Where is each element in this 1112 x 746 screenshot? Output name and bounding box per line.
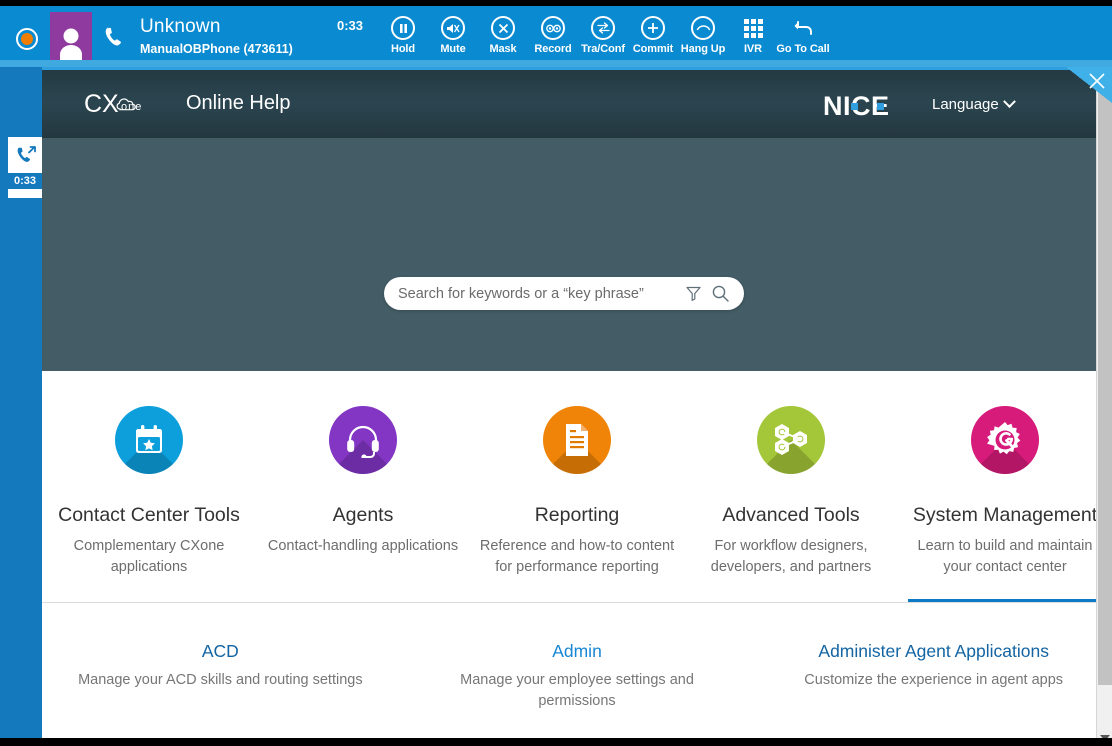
topic-link-acd: ACD Manage your ACD skills and routing s…: [42, 625, 399, 730]
hangup-icon: [691, 16, 715, 40]
category-title: Reporting: [534, 504, 620, 526]
nice-logo-dot-1: [851, 103, 858, 110]
nice-logo-dot-2: [877, 103, 884, 110]
gear-wrench-icon: [971, 406, 1039, 474]
page-title: Online Help: [186, 92, 291, 114]
call-timer: 0:33: [337, 18, 364, 33]
mask-label: Mask: [489, 43, 517, 55]
ivr-label: IVR: [743, 43, 763, 55]
go-to-call-button[interactable]: Go To Call: [776, 16, 830, 55]
topic-link-administer-agent-applications: Administer Agent Applications Customize …: [755, 625, 1112, 730]
topic-link-desc: Customize the experience in agent apps: [804, 672, 1064, 688]
category-tabs: Contact Center Tools Complementary CXone…: [42, 371, 1112, 603]
close-x-icon: [491, 16, 515, 40]
topic-link-admin: Admin Manage your employee settings and …: [399, 625, 756, 730]
caller-subtitle: ManualOBPhone (473611): [140, 42, 293, 56]
category-desc: Reference and how-to content for perform…: [479, 538, 675, 575]
svg-text:CX: CX: [84, 90, 119, 118]
agentbar-accent-strip: [0, 60, 1112, 67]
category-desc: Contact-handling applications: [267, 538, 459, 554]
search-bar[interactable]: [384, 277, 744, 310]
commit-label: Commit: [632, 43, 674, 55]
caller-info: Unknown ManualOBPhone (473611): [140, 16, 293, 57]
caller-name: Unknown: [140, 16, 221, 37]
category-contact-center-tools[interactable]: Contact Center Tools Complementary CXone…: [42, 371, 256, 603]
plus-icon: [641, 16, 665, 40]
rail-call-timer: 0:33: [8, 173, 42, 189]
category-desc: For workflow designers, developers, and …: [710, 538, 872, 575]
chevron-down-icon: [1002, 95, 1016, 109]
topic-link[interactable]: Admin: [552, 641, 602, 662]
back-arrow-icon: [791, 16, 815, 40]
record-indicator[interactable]: [16, 28, 38, 50]
record-label: Record: [534, 43, 572, 55]
topic-links-row: ACD Manage your ACD skills and routing s…: [42, 625, 1112, 730]
transfer-icon: [591, 16, 615, 40]
close-icon: [1089, 73, 1105, 89]
category-title: Contact Center Tools: [58, 504, 240, 526]
mute-button[interactable]: Mute: [428, 16, 478, 55]
scrollbar-thumb[interactable]: [1098, 67, 1112, 685]
hangup-label: Hang Up: [680, 43, 726, 55]
phone-handset-icon: [103, 26, 123, 48]
category-title: Advanced Tools: [722, 504, 860, 526]
topic-link[interactable]: ACD: [202, 641, 239, 662]
topic-link-desc: Manage your employee settings and permis…: [460, 672, 694, 709]
phone-outgoing-icon: [15, 145, 37, 167]
keypad-grid-icon: [741, 16, 765, 40]
category-desc: Learn to build and maintain your contact…: [917, 538, 1093, 575]
headset-icon: [329, 406, 397, 474]
record-icon: [541, 16, 565, 40]
mute-icon: [441, 16, 465, 40]
go-to-call-label: Go To Call: [776, 43, 830, 55]
workflow-nodes-icon: [757, 406, 825, 474]
hangup-button[interactable]: Hang Up: [678, 16, 728, 55]
hold-button[interactable]: Hold: [378, 16, 428, 55]
hero-search-banner: [42, 138, 1112, 371]
window-bottom-border: [0, 738, 1112, 746]
avatar: [50, 12, 92, 60]
window-top-border: [0, 0, 1112, 6]
mask-button[interactable]: Mask: [478, 16, 528, 55]
search-icon[interactable]: [711, 284, 730, 303]
category-agents[interactable]: Agents Contact-handling applications: [256, 371, 470, 603]
mute-label: Mute: [440, 43, 466, 55]
commit-button[interactable]: Commit: [628, 16, 678, 55]
language-label: Language: [932, 96, 999, 113]
hold-label: Hold: [390, 43, 416, 55]
category-title: System Management: [912, 504, 1098, 526]
category-desc: Complementary CXone applications: [73, 538, 225, 575]
ivr-button[interactable]: IVR: [728, 16, 778, 55]
category-system-management[interactable]: System Management Learn to build and mai…: [898, 371, 1112, 603]
agent-phone-toolbar: Unknown ManualOBPhone (473611) 0:33 Hold…: [0, 6, 1112, 60]
vertical-scrollbar[interactable]: [1096, 67, 1112, 746]
active-call-tab[interactable]: 0:33: [8, 137, 42, 198]
pause-icon: [391, 16, 415, 40]
category-title: Agents: [332, 504, 394, 526]
screen-root: Unknown ManualOBPhone (473611) 0:33 Hold…: [0, 0, 1112, 746]
search-input[interactable]: [398, 285, 676, 302]
header-accent-edge: [42, 67, 1112, 70]
nice-logo: NICE: [823, 91, 890, 122]
help-header: CX one Online Help NICE Language: [42, 67, 1112, 138]
topic-link[interactable]: Administer Agent Applications: [818, 641, 1049, 662]
category-advanced-tools[interactable]: Advanced Tools For workflow designers, d…: [684, 371, 898, 603]
left-rail: 0:33: [0, 67, 42, 746]
category-reporting[interactable]: Reporting Reference and how-to content f…: [470, 371, 684, 603]
report-document-icon: [543, 406, 611, 474]
topic-link-desc: Manage your ACD skills and routing setti…: [78, 672, 363, 688]
close-button[interactable]: [1066, 67, 1112, 103]
transfer-conference-button[interactable]: Tra/Conf: [578, 16, 628, 55]
cxone-logo[interactable]: CX one: [84, 89, 172, 119]
transfer-conference-label: Tra/Conf: [581, 43, 625, 55]
calendar-star-icon: [115, 406, 183, 474]
topic-links-grid: ACD Manage your ACD skills and routing s…: [42, 603, 1112, 746]
record-button[interactable]: Record: [528, 16, 578, 55]
call-controls: Hold Mute Mask Record Tra/Conf Commit Ha…: [378, 16, 830, 55]
svg-text:one: one: [121, 101, 142, 113]
online-help-window: CX one Online Help NICE Language: [42, 67, 1112, 746]
filter-funnel-icon[interactable]: [684, 284, 703, 303]
language-selector[interactable]: Language: [932, 95, 1016, 113]
